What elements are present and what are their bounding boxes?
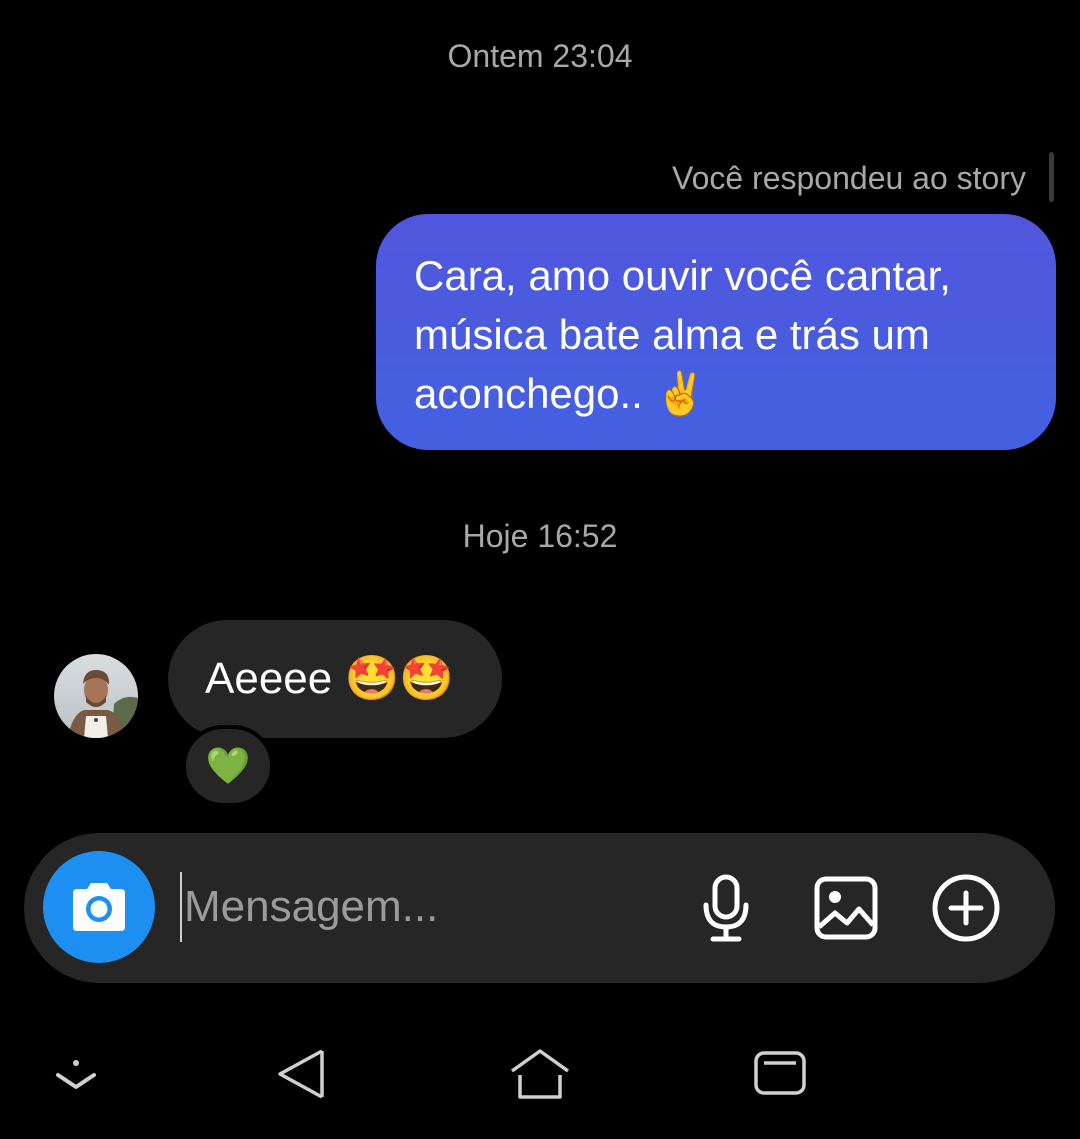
story-reply-indicator [1049,152,1054,202]
plus-circle-icon [932,874,1000,942]
sent-message-line: Cara, amo ouvir você cantar, [414,252,951,299]
recents-icon [754,1051,806,1095]
story-reply-label: Você respondeu ao story [671,160,1026,196]
microphone-icon [703,874,749,942]
microphone-button[interactable] [690,870,762,946]
nav-collapse-button[interactable] [50,1055,102,1099]
home-icon [510,1049,570,1099]
timestamp-today: Hoje 16:52 [462,518,618,554]
avatar-photo [54,654,138,738]
heart-reaction[interactable]: 💚 [182,725,274,807]
avatar[interactable] [54,654,138,738]
gallery-button[interactable] [808,870,884,946]
message-input[interactable] [180,872,664,942]
nav-back-button[interactable] [272,1045,330,1103]
received-message-bubble[interactable]: Aeeee 🤩🤩 [168,620,502,738]
sent-message-line: música bate alma e trás um [414,311,930,358]
nav-recents-button[interactable] [748,1047,812,1099]
back-triangle-icon [278,1049,324,1099]
camera-button[interactable] [43,851,155,963]
image-icon [814,876,878,940]
camera-icon [73,883,125,931]
nav-home-button[interactable] [506,1045,574,1103]
chevron-down-icon [56,1060,96,1089]
more-button[interactable] [928,870,1004,946]
sent-message-line: aconchego.. ✌️ [414,370,707,417]
chat-screen: Ontem 23:04 Você respondeu ao story Cara… [0,0,1080,1139]
timestamp-yesterday: Ontem 23:04 [447,38,633,74]
sent-message-bubble[interactable]: Cara, amo ouvir você cantar, música bate… [376,214,1056,450]
